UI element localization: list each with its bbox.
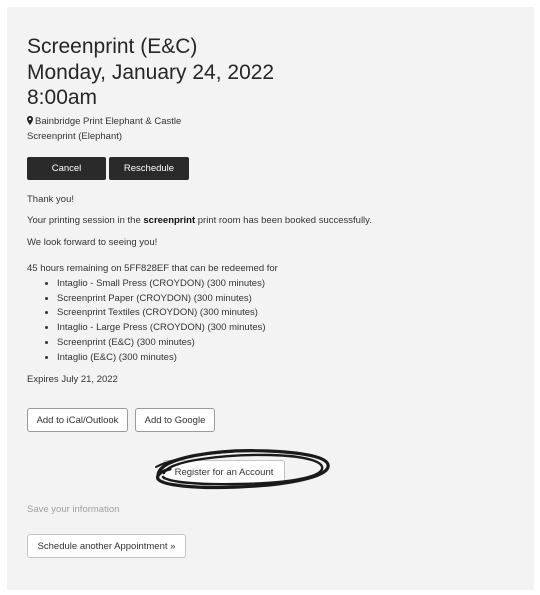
location-name: Bainbridge Print Elephant & Castle [35,116,182,127]
calendar-name: Screenprint (Elephant) [27,130,123,142]
list-item: Screenprint Textiles (CROYDON) (300 minu… [57,306,266,321]
appointment-title: Screenprint (E&C) [27,35,198,58]
list-item: Screenprint (E&C) (300 minutes) [57,336,266,351]
print-room-name: screenprint [143,215,196,226]
list-item: Intaglio - Small Press (CROYDON) (300 mi… [57,277,266,292]
booking-success-text: Your printing session in the screenprint… [27,215,372,226]
expiry-text: Expires July 21, 2022 [27,374,118,385]
thank-you-text: Thank you! [27,194,74,205]
appointment-date: Monday, January 24, 2022 [27,60,275,84]
schedule-another-button[interactable]: Schedule another Appointment » [27,534,186,558]
list-item: Intaglio (E&C) (300 minutes) [57,351,266,366]
appointment-time: 8:00am [27,86,98,109]
reschedule-button[interactable]: Reschedule [109,157,189,180]
add-to-google-button[interactable]: Add to Google [135,408,215,432]
list-item: Intaglio - Large Press (CROYDON) (300 mi… [57,321,266,336]
map-pin-icon [27,116,33,130]
list-item: Screenprint Paper (CROYDON) (300 minutes… [57,292,266,307]
location-block: Bainbridge Print Elephant & Castle Scree… [27,115,181,143]
add-to-ical-button[interactable]: Add to iCal/Outlook [27,408,128,432]
appointment-heading: Screenprint (E&C) Monday, January 24, 20… [27,34,274,111]
package-remaining-text: 45 hours remaining on 5FF828EF that can … [27,263,278,274]
redeemable-services-list: Intaglio - Small Press (CROYDON) (300 mi… [27,277,266,365]
look-forward-text: We look forward to seeing you! [27,237,158,248]
cancel-button[interactable]: Cancel [27,157,106,180]
register-account-button[interactable]: Register for an Account [163,460,285,484]
save-info-link[interactable]: Save your information [27,504,119,515]
